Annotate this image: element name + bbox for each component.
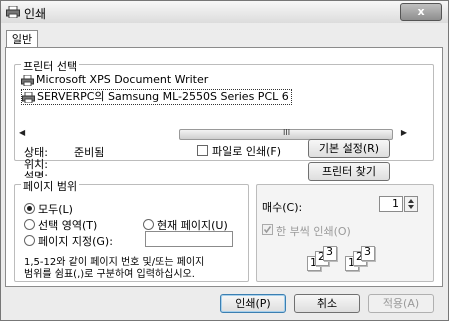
window-title: 인쇄 bbox=[24, 7, 47, 21]
scroll-right-arrow-icon[interactable]: ▶ bbox=[401, 128, 407, 137]
printer-name: Microsoft XPS Document Writer bbox=[36, 73, 209, 86]
printer-list-scrollbar[interactable]: ◀ III ▶ bbox=[19, 128, 407, 140]
page-range-group-label: 페이지 범위 bbox=[21, 178, 80, 194]
print-button[interactable]: 인쇄(P) bbox=[220, 294, 286, 313]
collate-digit: 3 bbox=[326, 245, 333, 258]
find-printer-button[interactable]: 프린터 찾기(D)... bbox=[308, 162, 390, 195]
status-value: 준비됨 bbox=[74, 146, 105, 159]
page-range-pages-radio[interactable] bbox=[24, 235, 35, 246]
page-range-pages-label[interactable]: 페이지 지정(G): bbox=[38, 233, 113, 249]
title-bar[interactable]: 인쇄 x bbox=[1, 1, 448, 23]
scroll-grip-icon: III bbox=[283, 128, 291, 137]
collate-label[interactable]: 한 부씩 인쇄(O) bbox=[276, 223, 351, 239]
page-range-selection-radio[interactable] bbox=[24, 219, 35, 230]
pages-input[interactable] bbox=[145, 231, 233, 247]
checkmark-icon bbox=[263, 226, 272, 234]
printer-icon bbox=[6, 6, 20, 18]
scroll-left-arrow-icon[interactable]: ◀ bbox=[19, 128, 25, 137]
page-range-all-radio[interactable] bbox=[24, 203, 35, 214]
tab-general[interactable]: 일반 bbox=[6, 30, 38, 48]
printer-item-samsung[interactable]: SERVERPC의 Samsung ML-2550S Series PCL 6 bbox=[21, 89, 292, 105]
print-to-file-checkbox[interactable] bbox=[197, 145, 208, 156]
general-tab-panel: 프린터 선택 Microsoft XPS Document Writer SER… bbox=[5, 47, 443, 287]
preferences-button[interactable]: 기본 설정(R) bbox=[308, 139, 390, 158]
copies-input[interactable]: 1 bbox=[379, 196, 403, 212]
spinner-arrows-icon bbox=[408, 199, 414, 209]
collate-digit: 3 bbox=[364, 245, 371, 258]
printer-item-xps[interactable]: Microsoft XPS Document Writer bbox=[21, 73, 208, 87]
network-printer-icon bbox=[22, 91, 35, 103]
printer-list[interactable]: Microsoft XPS Document Writer SERVERPC의 … bbox=[19, 71, 407, 125]
print-to-file-label[interactable]: 파일로 인쇄(F) bbox=[212, 143, 281, 159]
apply-button[interactable]: 적용(A) bbox=[368, 294, 434, 313]
page-range-all-label[interactable]: 모두(L) bbox=[38, 201, 73, 217]
page-range-selection-label[interactable]: 선택 영역(T) bbox=[38, 217, 97, 233]
collate-checkbox[interactable] bbox=[262, 224, 273, 235]
copies-spinner[interactable] bbox=[404, 196, 418, 212]
page-range-current-radio[interactable] bbox=[143, 219, 154, 230]
page-range-help-line2: 범위를 쉼표(,)로 구분하여 입력하십시오. bbox=[24, 269, 195, 280]
printer-icon bbox=[21, 74, 34, 86]
close-button[interactable]: x bbox=[400, 3, 442, 21]
printer-name: SERVERPC의 Samsung ML-2550S Series PCL 6 bbox=[37, 90, 289, 103]
print-dialog: 인쇄 x 일반 프린터 선택 Microsoft XPS Document Wr… bbox=[0, 0, 449, 321]
copies-label: 매수(C): bbox=[262, 201, 303, 214]
cancel-button[interactable]: 취소 bbox=[294, 294, 360, 313]
collate-illustration: 1 2 3 1 2 3 bbox=[301, 245, 381, 272]
